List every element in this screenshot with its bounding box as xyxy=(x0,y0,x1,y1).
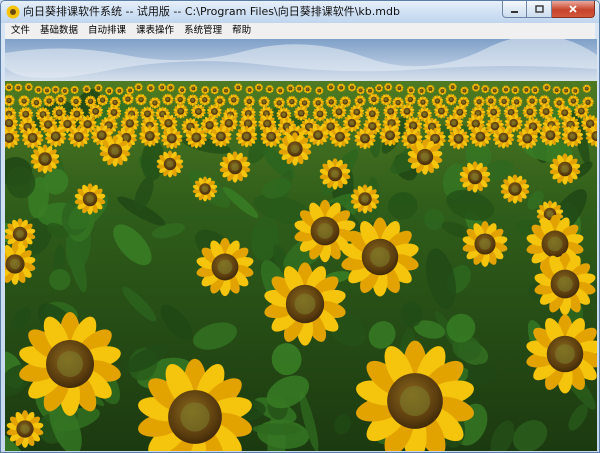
menu-system-admin[interactable]: 系统管理 xyxy=(179,23,227,39)
maximize-button[interactable] xyxy=(527,1,552,18)
maximize-icon xyxy=(534,4,544,13)
caption-buttons xyxy=(502,1,595,19)
close-icon xyxy=(569,5,577,13)
sunflower-app-icon xyxy=(6,5,20,19)
menu-file[interactable]: 文件 xyxy=(5,23,35,39)
menu-basic-data[interactable]: 基础数据 xyxy=(35,23,83,39)
minimize-button[interactable] xyxy=(502,1,527,18)
window-title: 向日葵排课软件系统 -- 试用版 -- C:\Program Files\向日葵… xyxy=(23,5,400,18)
menu-bar: 文件 基础数据 自动排课 课表操作 系统管理 帮助 xyxy=(5,23,595,39)
menu-auto-schedule[interactable]: 自动排课 xyxy=(83,23,131,39)
sunflower-field-background xyxy=(5,39,597,451)
minimize-icon xyxy=(511,10,518,13)
title-bar[interactable]: 向日葵排课软件系统 -- 试用版 -- C:\Program Files\向日葵… xyxy=(1,1,599,23)
close-button[interactable] xyxy=(552,1,595,18)
main-content-area xyxy=(5,39,597,451)
menu-timetable-ops[interactable]: 课表操作 xyxy=(131,23,179,39)
app-window: 向日葵排课软件系统 -- 试用版 -- C:\Program Files\向日葵… xyxy=(0,0,600,453)
menu-help[interactable]: 帮助 xyxy=(227,23,256,39)
